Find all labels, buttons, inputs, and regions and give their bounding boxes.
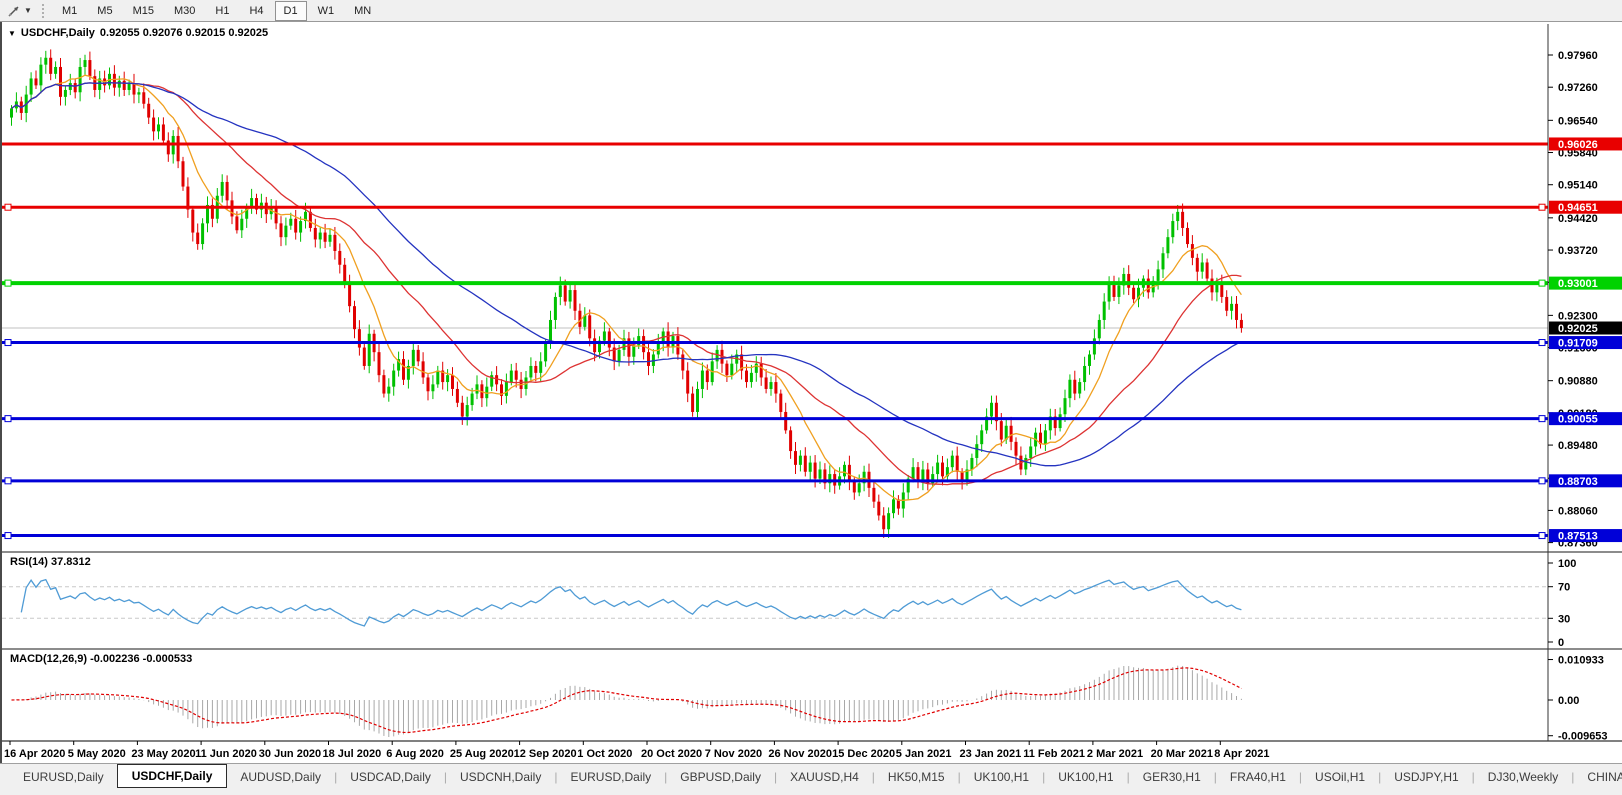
svg-text:25 Aug 2020: 25 Aug 2020 bbox=[450, 748, 514, 760]
timeframe-button-m5[interactable]: M5 bbox=[88, 1, 121, 21]
svg-text:0.89480: 0.89480 bbox=[1558, 440, 1598, 452]
svg-text:2 Mar 2021: 2 Mar 2021 bbox=[1087, 748, 1143, 760]
tab-eurusd-daily[interactable]: EURUSD,Daily bbox=[10, 767, 117, 787]
svg-text:0.90880: 0.90880 bbox=[1558, 376, 1598, 388]
symbol-tab-bar: EURUSD,DailyUSDCHF,DailyAUDUSD,Daily|USD… bbox=[0, 763, 1622, 789]
tab-ger30-h1[interactable]: GER30,H1 bbox=[1130, 767, 1214, 787]
timeframe-button-m15[interactable]: M15 bbox=[124, 1, 163, 21]
rsi-indicator-label: RSI(14) 37.8312 bbox=[10, 556, 91, 568]
tab-fra40-h1[interactable]: FRA40,H1 bbox=[1217, 767, 1299, 787]
tab-usdchf-daily[interactable]: USDCHF,Daily bbox=[117, 764, 228, 788]
svg-text:0.97260: 0.97260 bbox=[1558, 82, 1598, 94]
timeframe-buttons: M1M5M15M30H1H4D1W1MN bbox=[52, 1, 381, 21]
tab-xauusd-h4[interactable]: XAUUSD,H4 bbox=[777, 767, 872, 787]
svg-text:0.97960: 0.97960 bbox=[1558, 50, 1598, 62]
timeframe-toolbar: ▼ M1M5M15M30H1H4D1W1MN bbox=[0, 0, 1622, 22]
svg-text:0.96540: 0.96540 bbox=[1558, 115, 1598, 127]
tab-usdcnh-daily[interactable]: USDCNH,Daily bbox=[447, 767, 554, 787]
tab-china300-h1[interactable]: CHINA300,H1 bbox=[1574, 767, 1622, 787]
svg-text:26 Nov 2020: 26 Nov 2020 bbox=[768, 748, 832, 760]
svg-text:0.94420: 0.94420 bbox=[1558, 213, 1598, 225]
tab-usdjpy-h1[interactable]: USDJPY,H1 bbox=[1381, 767, 1471, 787]
svg-text:100: 100 bbox=[1558, 558, 1576, 570]
svg-text:8 Apr 2021: 8 Apr 2021 bbox=[1214, 748, 1269, 760]
timeframe-button-m1[interactable]: M1 bbox=[53, 1, 86, 21]
chart-symbol-period: USDCHF,Daily bbox=[21, 27, 95, 39]
timeframe-button-m30[interactable]: M30 bbox=[165, 1, 204, 21]
svg-text:18 Jul 2020: 18 Jul 2020 bbox=[323, 748, 382, 760]
tab-usoil-h1[interactable]: USOil,H1 bbox=[1302, 767, 1378, 787]
timeframe-button-d1[interactable]: D1 bbox=[275, 1, 307, 21]
timeframe-button-w1[interactable]: W1 bbox=[309, 1, 344, 21]
tab-eurusd-daily[interactable]: EURUSD,Daily bbox=[557, 767, 664, 787]
svg-text:0.91709: 0.91709 bbox=[1558, 338, 1598, 350]
svg-text:0.00: 0.00 bbox=[1558, 695, 1579, 707]
chart-window[interactable]: 0.979600.972600.965400.958400.951400.944… bbox=[0, 22, 1622, 763]
svg-text:30: 30 bbox=[1558, 613, 1570, 625]
timeframe-button-mn[interactable]: MN bbox=[345, 1, 380, 21]
svg-text:0: 0 bbox=[1558, 637, 1564, 649]
tab-uk100-h1[interactable]: UK100,H1 bbox=[1045, 767, 1126, 787]
svg-text:0.95140: 0.95140 bbox=[1558, 180, 1598, 192]
svg-text:23 Jan 2021: 23 Jan 2021 bbox=[960, 748, 1022, 760]
timeframe-button-h4[interactable]: H4 bbox=[240, 1, 272, 21]
cursor-tool-icon[interactable] bbox=[4, 2, 24, 20]
macd-indicator-label: MACD(12,26,9) -0.002236 -0.000533 bbox=[10, 653, 192, 665]
trading-platform: { "toolbar": { "timeframes": ["M1","M5",… bbox=[0, 0, 1622, 795]
svg-text:0.88060: 0.88060 bbox=[1558, 505, 1598, 517]
svg-text:30 Jun 2020: 30 Jun 2020 bbox=[259, 748, 321, 760]
svg-text:70: 70 bbox=[1558, 582, 1570, 594]
svg-text:0.87513: 0.87513 bbox=[1558, 531, 1598, 543]
svg-text:0.96026: 0.96026 bbox=[1558, 139, 1598, 151]
svg-text:0.88703: 0.88703 bbox=[1558, 476, 1598, 488]
svg-text:20 Oct 2020: 20 Oct 2020 bbox=[641, 748, 702, 760]
svg-text:0.93720: 0.93720 bbox=[1558, 245, 1598, 257]
chart-title: ▼ USDCHF,Daily 0.92055 0.92076 0.92015 0… bbox=[8, 27, 268, 39]
svg-text:12 Sep 2020: 12 Sep 2020 bbox=[514, 748, 577, 760]
svg-text:-0.009653: -0.009653 bbox=[1558, 731, 1608, 743]
svg-text:0.010933: 0.010933 bbox=[1558, 655, 1604, 667]
tab-uk100-h1[interactable]: UK100,H1 bbox=[961, 767, 1042, 787]
svg-text:16 Apr 2020: 16 Apr 2020 bbox=[4, 748, 65, 760]
toolbar-grip bbox=[42, 4, 44, 18]
svg-text:5 Jan 2021: 5 Jan 2021 bbox=[896, 748, 952, 760]
svg-text:11 Feb 2021: 11 Feb 2021 bbox=[1023, 748, 1085, 760]
price-chart[interactable]: 0.979600.972600.965400.958400.951400.944… bbox=[2, 22, 1622, 763]
collapse-chart-icon[interactable]: ▼ bbox=[8, 29, 16, 38]
tab-dj30-weekly[interactable]: DJ30,Weekly bbox=[1475, 767, 1571, 787]
tab-hk50-m15[interactable]: HK50,M15 bbox=[875, 767, 958, 787]
chart-ohlc-readout: 0.92055 0.92076 0.92015 0.92025 bbox=[100, 27, 268, 39]
svg-text:23 May 2020: 23 May 2020 bbox=[131, 748, 195, 760]
svg-text:15 Dec 2020: 15 Dec 2020 bbox=[832, 748, 895, 760]
timeframe-button-h1[interactable]: H1 bbox=[206, 1, 238, 21]
dropdown-caret-icon[interactable]: ▼ bbox=[24, 6, 34, 15]
tab-usdcad-daily[interactable]: USDCAD,Daily bbox=[337, 767, 444, 787]
svg-text:11 Jun 2020: 11 Jun 2020 bbox=[195, 748, 257, 760]
svg-text:20 Mar 2021: 20 Mar 2021 bbox=[1151, 748, 1213, 760]
svg-text:1 Oct 2020: 1 Oct 2020 bbox=[577, 748, 632, 760]
svg-text:6 Aug 2020: 6 Aug 2020 bbox=[386, 748, 444, 760]
svg-text:0.93001: 0.93001 bbox=[1558, 278, 1598, 290]
tab-gbpusd-daily[interactable]: GBPUSD,Daily bbox=[667, 767, 774, 787]
svg-text:5 May 2020: 5 May 2020 bbox=[68, 748, 126, 760]
svg-text:0.92025: 0.92025 bbox=[1558, 323, 1598, 335]
svg-text:0.94651: 0.94651 bbox=[1558, 202, 1598, 214]
svg-text:0.92300: 0.92300 bbox=[1558, 310, 1598, 322]
svg-text:7 Nov 2020: 7 Nov 2020 bbox=[705, 748, 762, 760]
tab-audusd-daily[interactable]: AUDUSD,Daily bbox=[227, 767, 334, 787]
svg-text:0.90055: 0.90055 bbox=[1558, 414, 1598, 426]
